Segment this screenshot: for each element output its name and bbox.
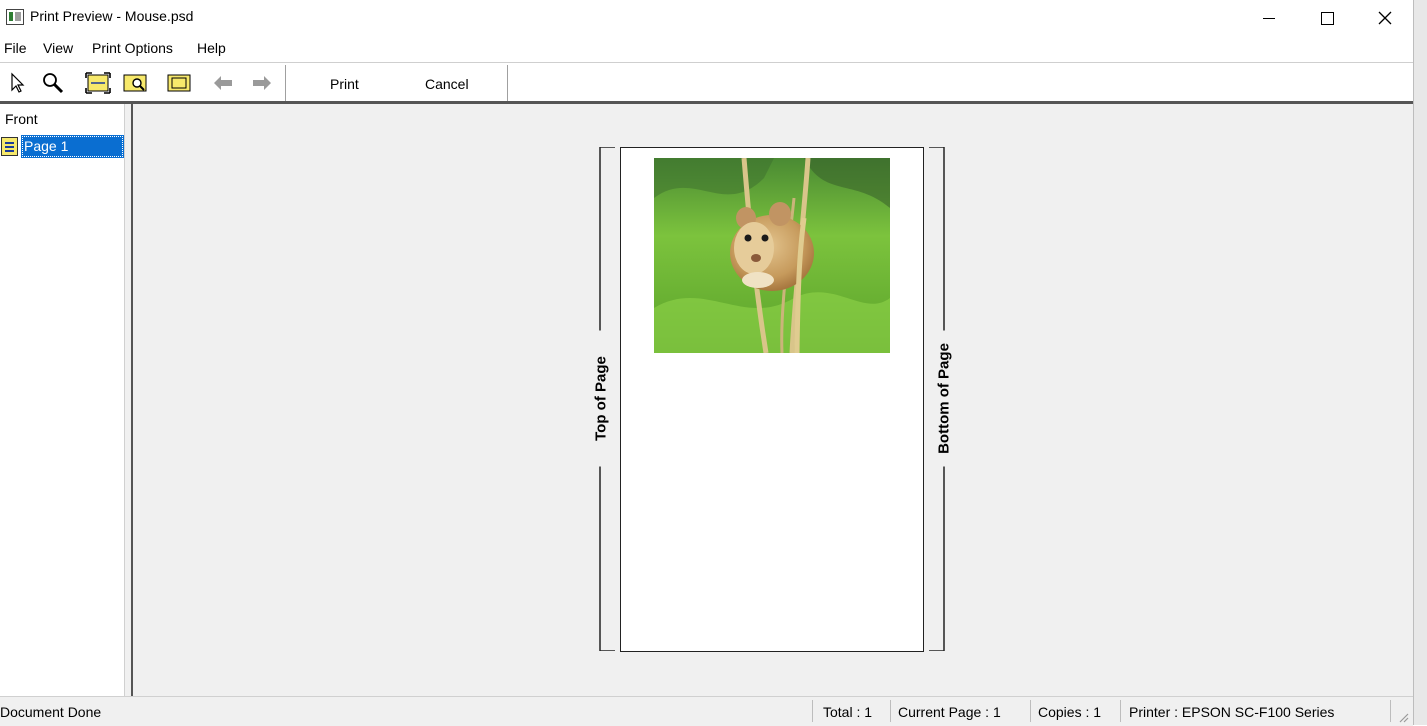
print-button[interactable]: Print (330, 76, 359, 92)
menu-view[interactable]: View (43, 40, 73, 56)
toolbar-separator (507, 65, 508, 103)
tree-item-label: Page 1 (21, 135, 124, 158)
bottom-of-page-label: Bottom of Page (935, 330, 953, 467)
close-button[interactable] (1356, 0, 1414, 34)
status-total: Total : 1 (823, 704, 873, 720)
status-divider (1030, 700, 1031, 722)
menu-print-options[interactable]: Print Options (92, 40, 173, 56)
preview-area: Top of Page Bottom of Page (131, 104, 1413, 696)
maximize-button[interactable] (1298, 0, 1356, 34)
window-edge (1413, 0, 1427, 725)
maximize-icon (1320, 11, 1334, 25)
cancel-button[interactable]: Cancel (425, 76, 469, 92)
status-printer: Printer : EPSON SC-F100 Series (1129, 704, 1335, 720)
status-divider (890, 700, 891, 722)
next-page-button[interactable] (249, 71, 275, 95)
page-tree: Front Page 1 (0, 104, 124, 696)
toolbar-separator (285, 65, 286, 103)
status-message: Document Done (0, 704, 102, 720)
status-current-page: Current Page : 1 (898, 704, 1001, 720)
page-border-button[interactable] (166, 71, 192, 95)
fit-width-icon (85, 72, 111, 94)
zoom-button[interactable] (40, 71, 66, 95)
fit-page-button[interactable] (122, 71, 148, 95)
menu-bar: File View Print Options Help (0, 36, 1413, 61)
top-of-page-label: Top of Page (592, 330, 610, 467)
mouse-image (654, 158, 890, 353)
page-border-icon (167, 74, 191, 92)
zoom-icon (43, 73, 64, 94)
app-icon (6, 9, 24, 25)
select-arrow-icon (11, 72, 25, 93)
tree-item-page-1[interactable]: Page 1 (0, 135, 124, 158)
close-icon (1378, 11, 1392, 25)
toolbar: Print Cancel (0, 62, 1413, 103)
minimize-button[interactable] (1240, 0, 1298, 34)
forward-arrow-icon (253, 76, 271, 90)
title-bar: Print Preview - Mouse.psd (0, 0, 1413, 34)
window-title: Print Preview - Mouse.psd (30, 8, 194, 24)
status-copies: Copies : 1 (1038, 704, 1102, 720)
status-divider (1390, 700, 1391, 722)
fit-width-button[interactable] (85, 71, 111, 95)
status-bar: Document Done Total : 1 Current Page : 1… (0, 696, 1413, 726)
select-arrow-button[interactable] (6, 71, 32, 95)
status-divider (1120, 700, 1121, 722)
tree-root-front[interactable]: Front (5, 111, 38, 127)
previous-page-button[interactable] (210, 71, 236, 95)
back-arrow-icon (214, 76, 232, 90)
status-divider (812, 700, 813, 722)
menu-help[interactable]: Help (197, 40, 226, 56)
page-icon (1, 137, 18, 156)
fit-page-icon (123, 74, 147, 92)
resize-grip-icon[interactable] (1397, 711, 1409, 723)
minimize-icon (1263, 17, 1275, 19)
print-page[interactable] (620, 147, 924, 652)
menu-file[interactable]: File (4, 40, 27, 56)
